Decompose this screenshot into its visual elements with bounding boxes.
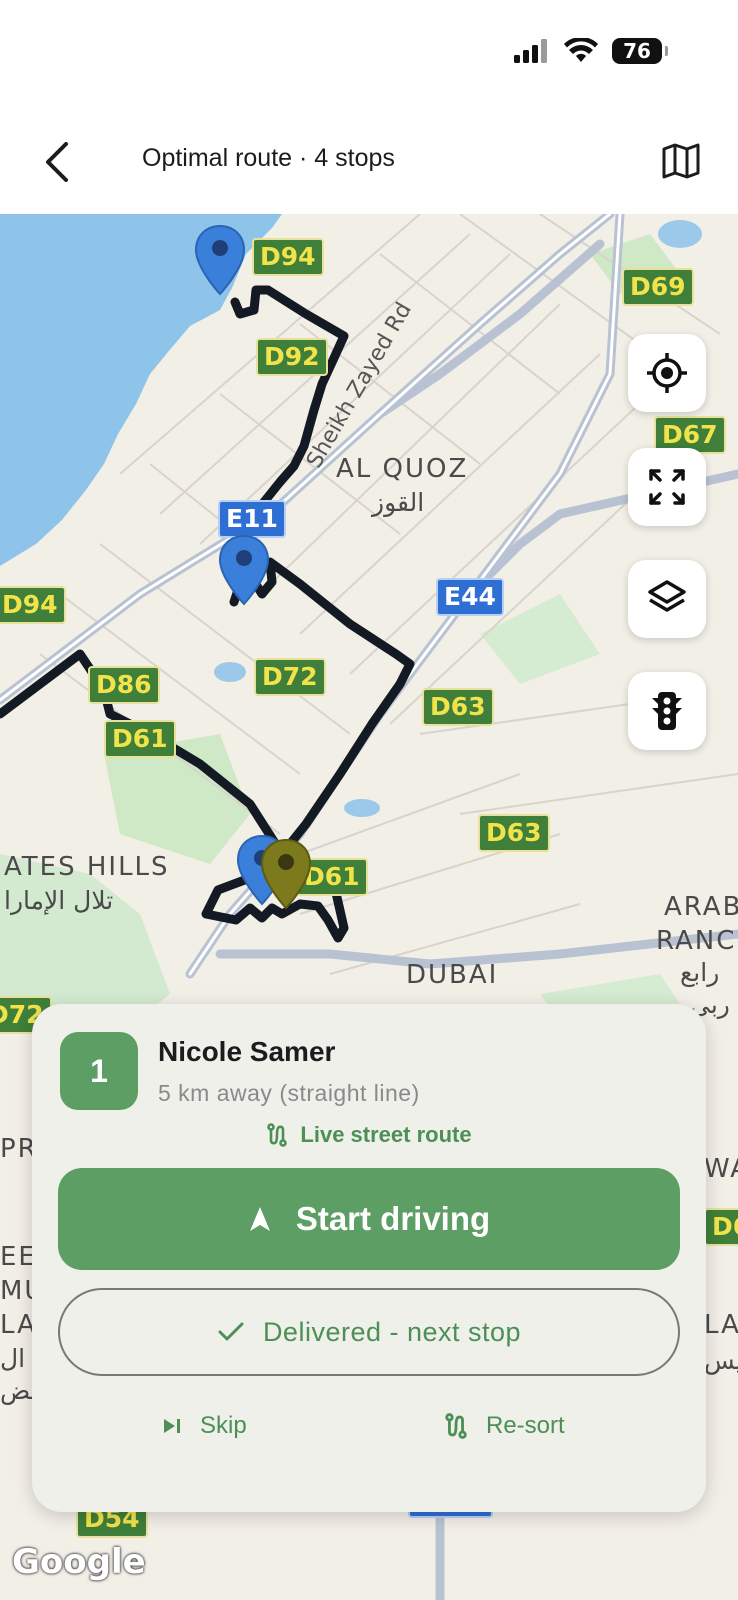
area-label: LA [704, 1310, 738, 1340]
road-label: D72 [254, 658, 326, 696]
status-icons: 76 [514, 38, 668, 64]
road-label: D61 [104, 720, 176, 758]
back-button[interactable] [34, 136, 80, 188]
signal-icon [514, 39, 547, 63]
expand-icon [649, 469, 685, 505]
chevron-left-icon [46, 142, 68, 182]
road-label: D92 [256, 338, 328, 376]
delivered-label: Delivered - next stop [262, 1316, 522, 1347]
fit-route-button[interactable] [628, 448, 706, 526]
battery-indicator: 76 [612, 38, 668, 64]
area-label: AL QUOZ [336, 454, 469, 484]
area-label: WA [704, 1154, 738, 1184]
live-route-link[interactable]: Live street route [32, 1122, 706, 1148]
road-label: D63 [478, 814, 550, 852]
page-title: Optimal route · 4 stops [142, 144, 395, 172]
area-label: DUBAI [406, 960, 499, 990]
crosshair-icon [647, 353, 687, 393]
map-view-button[interactable] [658, 138, 704, 184]
route-icon [445, 1413, 467, 1439]
road-label: E44 [436, 578, 504, 616]
road-label: D94 [252, 238, 324, 276]
area-label: RANC [656, 926, 737, 956]
resort-label: Re-sort [486, 1412, 565, 1439]
live-route-label: Live street route [300, 1122, 472, 1147]
road-label: D94 [0, 586, 66, 624]
my-location-button[interactable] [628, 334, 706, 412]
skip-label: Skip [200, 1412, 247, 1439]
start-driving-label: Start driving [295, 1200, 491, 1237]
stop-card: 1 Nicole Samer 5 km away (straight line)… [32, 1004, 706, 1512]
road-label: E11 [218, 500, 286, 538]
google-attribution: Google [12, 1542, 146, 1582]
area-label: القوز [372, 488, 425, 517]
checkmark-icon [218, 1322, 244, 1341]
delivered-next-stop-button[interactable]: Delivered - next stop [58, 1288, 680, 1376]
stop-name: Nicole Samer [158, 1036, 336, 1067]
road-label: D69 [622, 268, 694, 306]
current-stop-pin[interactable] [260, 838, 312, 910]
map-layers-button[interactable] [628, 560, 706, 638]
start-driving-button[interactable]: Start driving [58, 1168, 680, 1270]
area-label: يس [704, 1346, 738, 1375]
route-icon [267, 1123, 288, 1147]
header: Optimal route · 4 stops [0, 110, 738, 214]
road-label: D63 [422, 688, 494, 726]
traffic-button[interactable] [628, 672, 706, 750]
road-label: D86 [88, 666, 160, 704]
area-label: رابع [680, 958, 720, 987]
area-label: ال [0, 1344, 26, 1373]
wifi-icon [564, 38, 598, 62]
road-label: D6 [704, 1208, 738, 1246]
traffic-light-icon [652, 692, 682, 730]
stop-distance: 5 km away (straight line) [158, 1080, 420, 1106]
skip-button[interactable]: Skip [162, 1412, 247, 1440]
stop-pin[interactable] [218, 534, 270, 606]
stop-number-badge: 1 [60, 1032, 138, 1110]
area-label: ARAB [664, 892, 738, 922]
skip-icon [164, 1419, 180, 1433]
resort-button[interactable]: Re-sort [444, 1412, 565, 1440]
map-icon [662, 143, 700, 179]
stop-pin[interactable] [194, 224, 246, 296]
navigation-arrow-icon [249, 1207, 270, 1231]
area-label: ATES HILLS [4, 852, 170, 882]
area-label: تلال الإمارا [4, 886, 114, 915]
status-bar: 76 [0, 0, 738, 110]
layers-icon [648, 580, 686, 612]
